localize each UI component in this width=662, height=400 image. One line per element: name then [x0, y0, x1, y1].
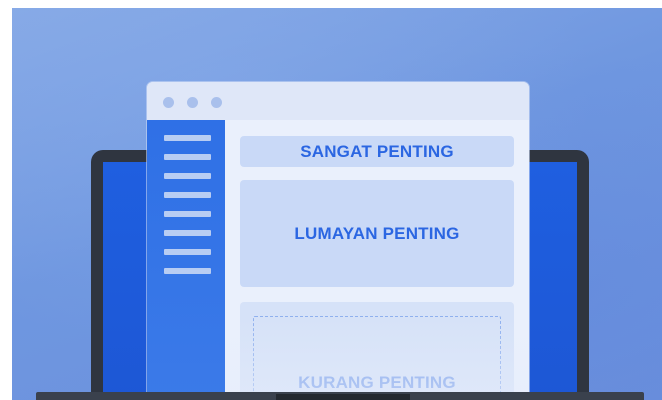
card-lumayan-penting: LUMAYAN PENTING [240, 180, 514, 287]
content-area: SANGAT PENTING LUMAYAN PENTING KURANG PE… [225, 120, 529, 400]
window-dot-icon [211, 97, 222, 108]
menu-line [164, 173, 211, 179]
card-sangat-penting: SANGAT PENTING [240, 136, 514, 167]
browser-window: SANGAT PENTING LUMAYAN PENTING KURANG PE… [147, 82, 529, 400]
card-label: LUMAYAN PENTING [294, 223, 460, 243]
card-kurang-penting: KURANG PENTING [240, 302, 514, 400]
window-dot-icon [187, 97, 198, 108]
illustration: SANGAT PENTING LUMAYAN PENTING KURANG PE… [0, 0, 662, 400]
menu-line [164, 249, 211, 255]
window-dot-icon [163, 97, 174, 108]
menu-line [164, 268, 211, 274]
card-label: KURANG PENTING [298, 373, 456, 392]
menu-line [164, 211, 211, 217]
menu-line [164, 192, 211, 198]
menu-line [164, 154, 211, 160]
menu-line [164, 230, 211, 236]
sidebar [147, 120, 225, 400]
card-label: SANGAT PENTING [300, 141, 454, 161]
browser-title-bar [147, 82, 529, 120]
menu-line [164, 135, 211, 141]
laptop-notch [276, 394, 410, 400]
